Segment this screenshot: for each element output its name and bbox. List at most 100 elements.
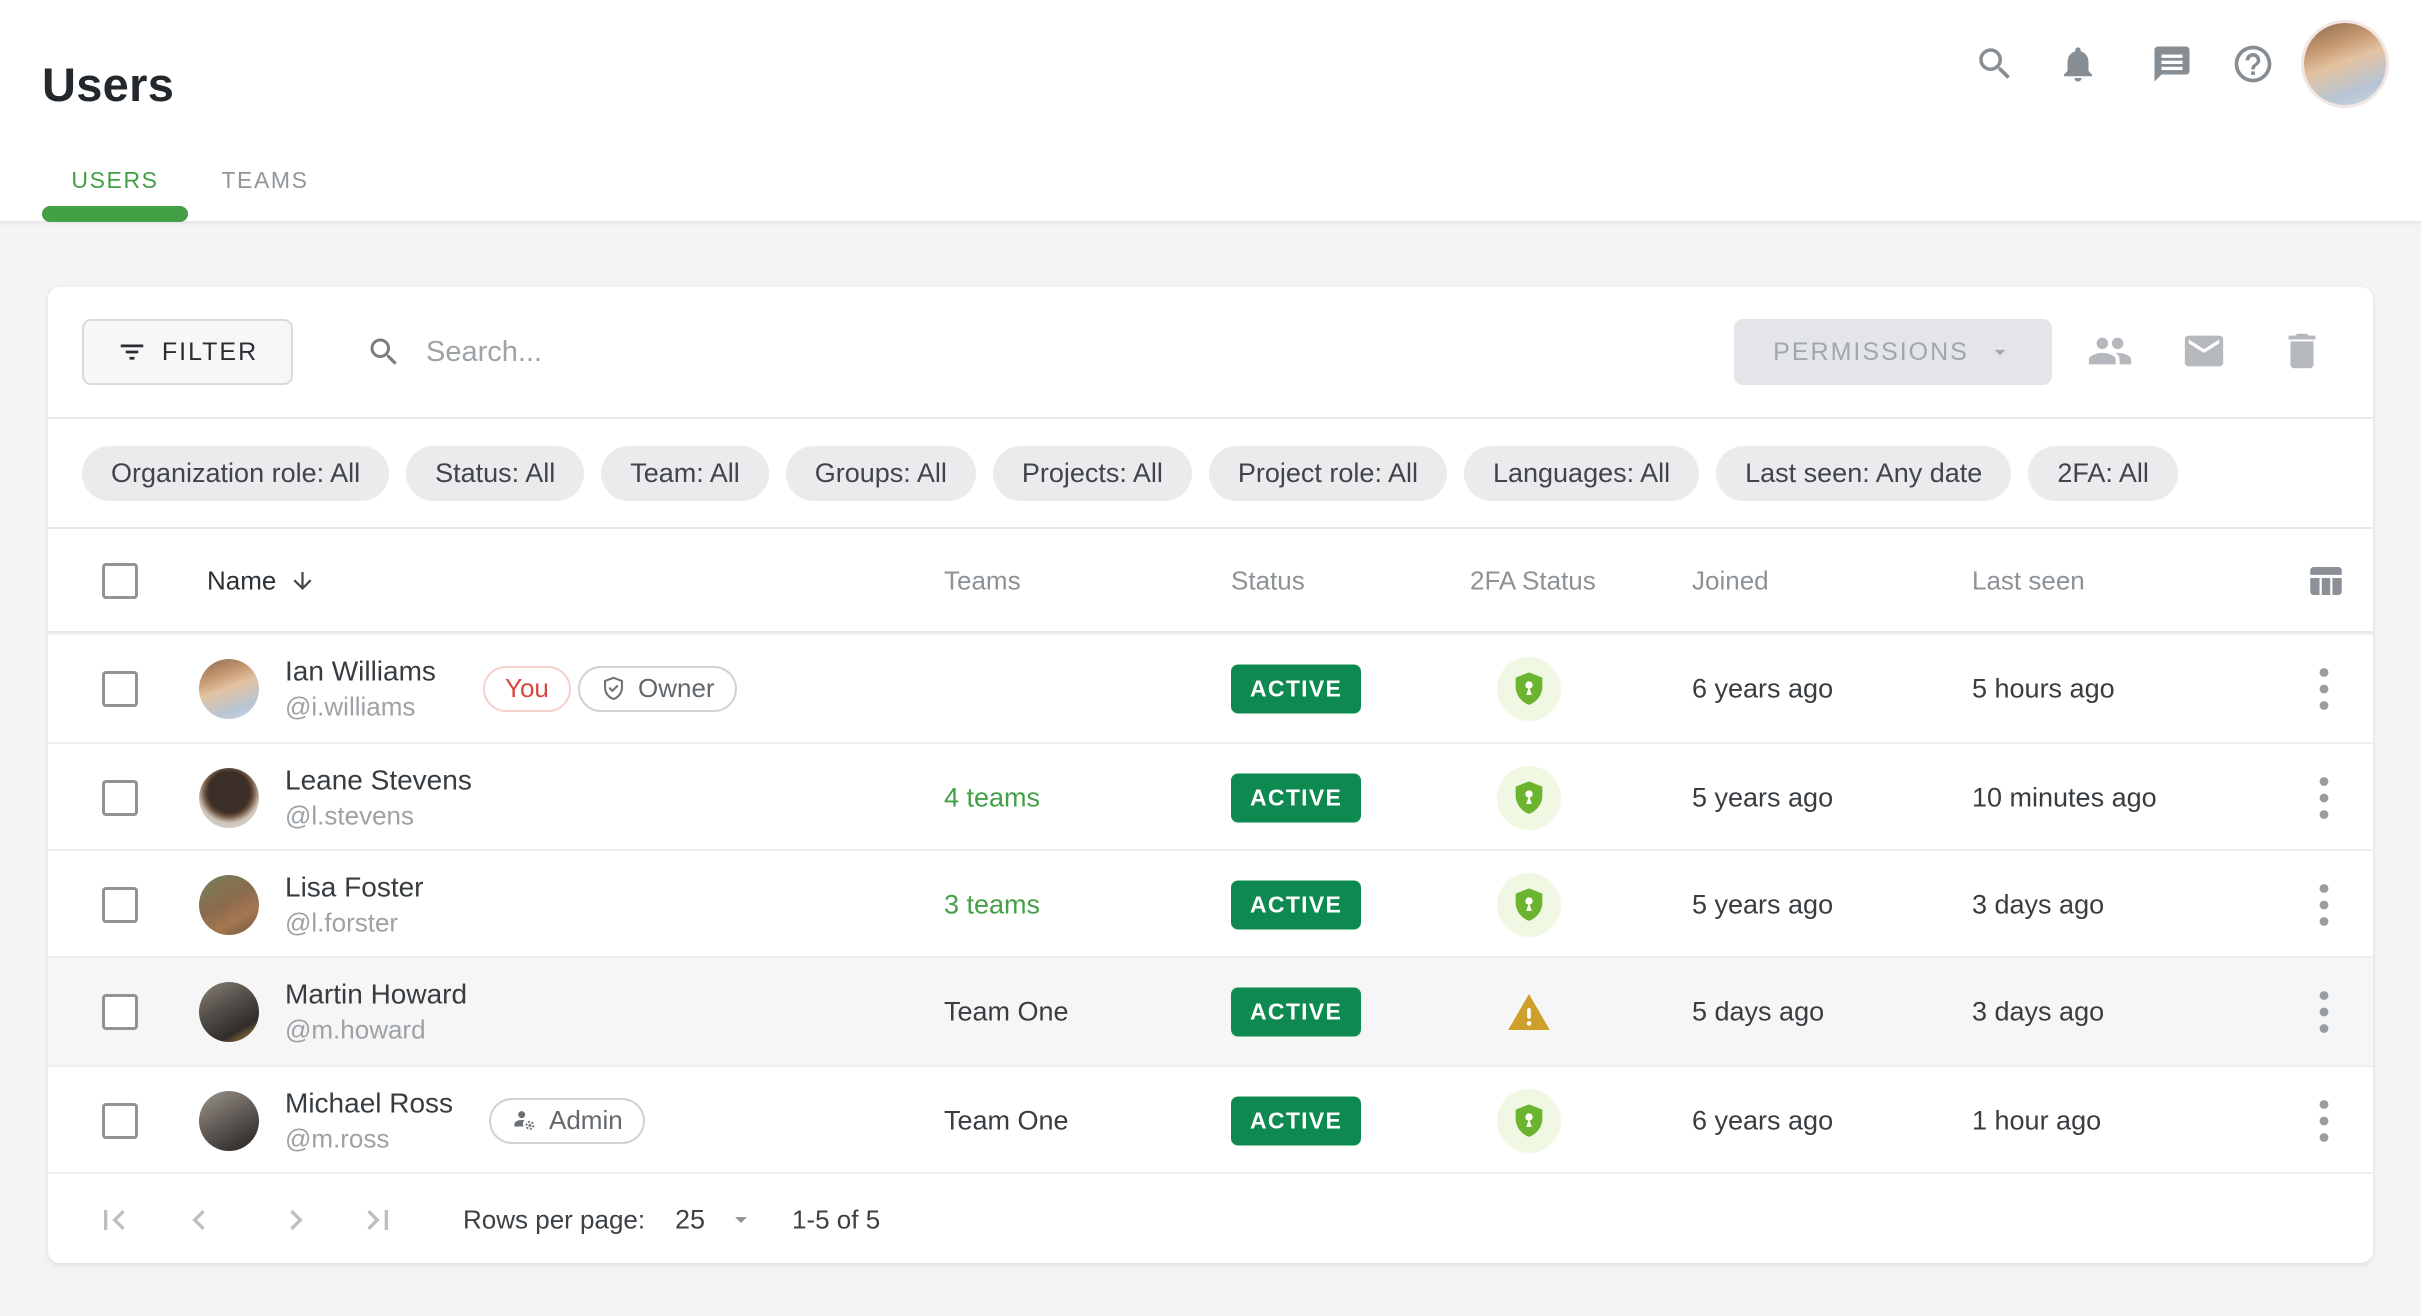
teams-link[interactable]: 3 teams <box>944 889 1040 920</box>
2fa-enabled-icon <box>1497 657 1561 721</box>
user-name: Ian Williams <box>285 655 436 687</box>
next-page-button[interactable] <box>270 1194 322 1246</box>
chip-2fa[interactable]: 2FA: All <box>2028 446 2178 501</box>
user-name: Martin Howard <box>285 978 467 1010</box>
chip-team[interactable]: Team: All <box>601 446 769 501</box>
help-icon <box>2231 42 2275 86</box>
current-user-avatar <box>2304 23 2386 105</box>
tab-users[interactable]: USERS <box>42 158 188 202</box>
row-menu-button[interactable] <box>2302 659 2346 719</box>
twofa-cell <box>1497 766 1561 830</box>
chip-last-seen[interactable]: Last seen: Any date <box>1716 446 2011 501</box>
last-seen-cell: 10 minutes ago <box>1972 782 2157 813</box>
you-badge-label: You <box>505 673 549 704</box>
joined-cell: 6 years ago <box>1692 1105 1833 1136</box>
select-all-checkbox[interactable] <box>102 563 138 599</box>
2fa-enabled-icon <box>1497 1089 1561 1153</box>
chip-projects[interactable]: Projects: All <box>993 446 1192 501</box>
column-header-teams[interactable]: Teams <box>944 566 1021 597</box>
status-cell: ACTIVE <box>1231 664 1361 713</box>
rows-per-page-select[interactable]: 25 <box>675 1204 755 1235</box>
sort-desc-icon <box>289 568 316 595</box>
row-checkbox[interactable] <box>102 780 138 816</box>
chip-organization-role[interactable]: Organization role: All <box>82 446 389 501</box>
user-row-martin-howard: Martin Howard @m.howard Team One ACTIVE … <box>48 956 2373 1065</box>
kebab-icon <box>2318 990 2330 1034</box>
filter-icon <box>117 337 147 367</box>
row-checkbox[interactable] <box>102 671 138 707</box>
global-search-button[interactable] <box>1971 40 2019 88</box>
last-page-button[interactable] <box>352 1194 404 1246</box>
delete-users-button[interactable] <box>2274 323 2330 379</box>
row-checkbox[interactable] <box>102 994 138 1030</box>
first-page-button[interactable] <box>88 1194 140 1246</box>
column-header-status[interactable]: Status <box>1231 566 1305 597</box>
chip-languages[interactable]: Languages: All <box>1464 446 1699 501</box>
status-badge: ACTIVE <box>1231 664 1361 713</box>
table-header: Name Teams Status 2FA Status Joined Last… <box>48 529 2373 633</box>
user-handle: @l.forster <box>285 907 424 938</box>
avatar <box>199 875 259 935</box>
chevron-right-icon <box>276 1200 316 1240</box>
group-icon <box>2087 328 2133 374</box>
kebab-icon <box>2318 667 2330 711</box>
filter-chips: Organization role: All Status: All Team:… <box>48 419 2373 527</box>
permissions-button-label: PERMISSIONS <box>1773 338 1969 367</box>
previous-page-button[interactable] <box>173 1194 225 1246</box>
status-cell: ACTIVE <box>1231 880 1361 929</box>
user-row-michael-ross: Michael Ross @m.ross Admin Team One ACTI… <box>48 1065 2373 1174</box>
chevron-down-icon <box>1987 339 2013 365</box>
status-badge: ACTIVE <box>1231 773 1361 822</box>
users-card: FILTER PERMISSIONS Organization ro <box>48 287 2373 1263</box>
kebab-icon <box>2318 776 2330 820</box>
column-header-last-seen[interactable]: Last seen <box>1972 566 2085 597</box>
permissions-button[interactable]: PERMISSIONS <box>1734 319 2052 385</box>
teams-link[interactable]: 4 teams <box>944 782 1040 813</box>
search-input[interactable] <box>424 335 1328 370</box>
email-icon <box>2181 328 2227 374</box>
row-checkbox[interactable] <box>102 1103 138 1139</box>
search <box>366 319 1328 385</box>
row-menu-button[interactable] <box>2302 768 2346 828</box>
user-name: Leane Stevens <box>285 764 472 796</box>
filter-button[interactable]: FILTER <box>82 319 293 385</box>
row-menu-button[interactable] <box>2302 982 2346 1042</box>
user-handle: @i.williams <box>285 691 436 722</box>
notifications-button[interactable] <box>2054 40 2102 88</box>
user-row-ian-williams: Ian Williams @i.williams You Owner ACTIV… <box>48 633 2373 742</box>
user-handle: @m.howard <box>285 1014 467 1045</box>
column-header-name[interactable]: Name <box>207 566 316 597</box>
chip-groups[interactable]: Groups: All <box>786 446 976 501</box>
add-to-group-button[interactable] <box>2082 323 2138 379</box>
user-handle: @m.ross <box>285 1123 453 1154</box>
pagination: Rows per page: 25 1-5 of 5 <box>48 1172 2373 1265</box>
user-row-lisa-foster: Lisa Foster @l.forster 3 teams ACTIVE 5 … <box>48 849 2373 958</box>
user-handle: @l.stevens <box>285 800 472 831</box>
2fa-enabled-icon <box>1497 766 1561 830</box>
row-checkbox[interactable] <box>102 887 138 923</box>
status-badge: ACTIVE <box>1231 880 1361 929</box>
avatar <box>199 1091 259 1151</box>
chip-project-role[interactable]: Project role: All <box>1209 446 1447 501</box>
messages-button[interactable] <box>2148 40 2196 88</box>
user-name: Michael Ross <box>285 1087 453 1119</box>
tab-teams[interactable]: TEAMS <box>208 158 322 202</box>
owner-badge-label: Owner <box>638 673 715 704</box>
last-seen-cell: 1 hour ago <box>1972 1105 2101 1136</box>
columns-settings-button[interactable] <box>2300 555 2352 607</box>
email-users-button[interactable] <box>2176 323 2232 379</box>
table-toolbar: FILTER PERMISSIONS <box>48 287 2373 417</box>
user-menu-button[interactable] <box>2304 23 2386 105</box>
row-menu-button[interactable] <box>2302 1091 2346 1151</box>
column-header-joined[interactable]: Joined <box>1692 566 1769 597</box>
chip-status[interactable]: Status: All <box>406 446 584 501</box>
help-button[interactable] <box>2229 40 2277 88</box>
rows-per-page-label: Rows per page: <box>463 1204 645 1235</box>
search-icon <box>1974 43 2016 85</box>
column-header-2fa[interactable]: 2FA Status <box>1470 566 1596 597</box>
last-seen-cell: 5 hours ago <box>1972 673 2115 704</box>
avatar <box>199 768 259 828</box>
status-badge: ACTIVE <box>1231 987 1361 1036</box>
admin-badge: Admin <box>489 1098 645 1144</box>
row-menu-button[interactable] <box>2302 875 2346 935</box>
